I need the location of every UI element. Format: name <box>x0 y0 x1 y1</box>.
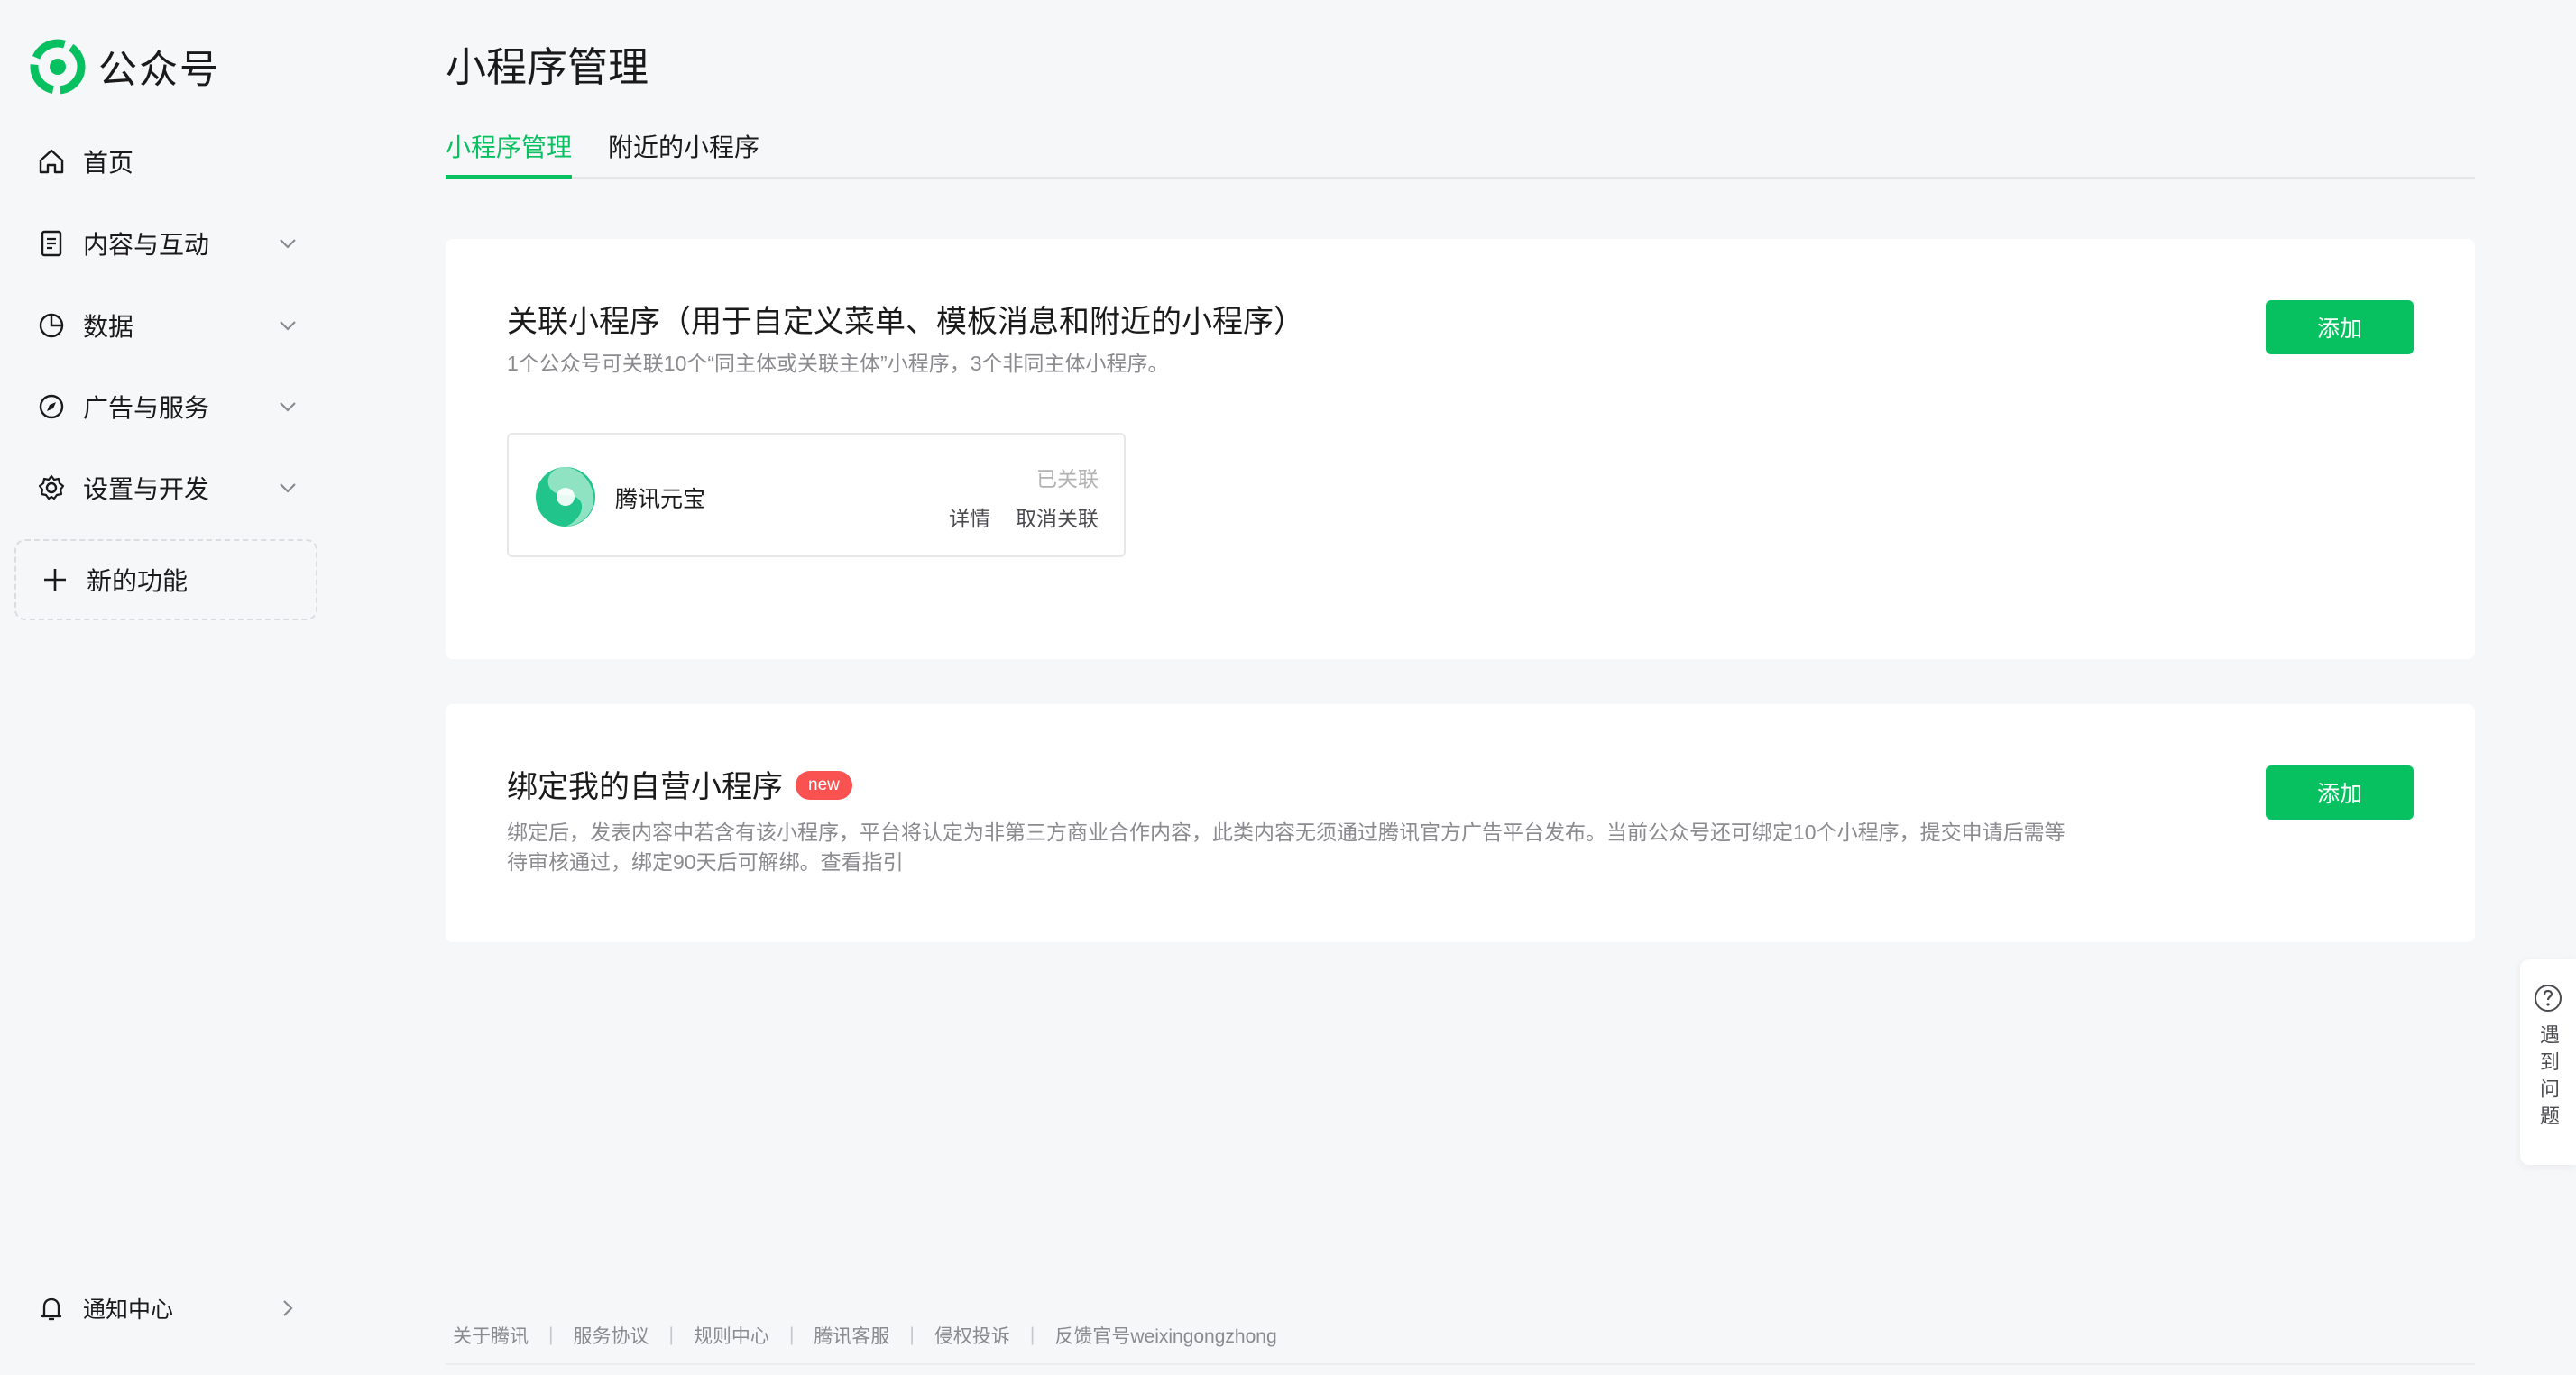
document-icon <box>36 228 67 259</box>
chevron-right-icon <box>276 1297 299 1320</box>
link-status: 已关联 <box>1036 467 1099 490</box>
bell-icon <box>36 1293 67 1324</box>
notification-center[interactable]: 通知中心 <box>36 1277 307 1340</box>
card-description: 1个公众号可关联10个“同主体或关联主体”小程序，3个非同主体小程序。 <box>507 352 1169 375</box>
sidebar: 公众号 首页 内容与互动 数据 广告与服务 设置与开发 新的功能 通知中心 <box>0 0 361 1375</box>
footer-separator: | <box>909 1325 915 1345</box>
linked-miniprogram-card: 关联小程序（用于自定义菜单、模板消息和附近的小程序） 1个公众号可关联10个“同… <box>446 239 2475 659</box>
card-description: 绑定后，发表内容中若含有该小程序，平台将认定为非第三方商业合作内容，此类内容无须… <box>507 818 2221 877</box>
sidebar-item-data[interactable]: 数据 <box>36 294 307 357</box>
footer-link-report[interactable]: 侵权投诉 <box>934 1322 1010 1349</box>
card-title: 关联小程序（用于自定义菜单、模板消息和附近的小程序） <box>507 305 1304 339</box>
yuanbao-logo-icon <box>534 465 597 528</box>
tab-nearby-miniprogram[interactable]: 附近的小程序 <box>608 128 759 175</box>
sidebar-item-ads[interactable]: 广告与服务 <box>36 375 307 438</box>
add-button[interactable]: 添加 <box>2266 765 2414 820</box>
new-badge: new <box>796 771 852 801</box>
linked-miniprogram-item: 腾讯元宝 已关联 详情 取消关联 <box>507 433 1126 557</box>
sidebar-item-label: 数据 <box>83 313 134 341</box>
home-icon <box>36 146 67 177</box>
brand-name: 公众号 <box>98 49 220 92</box>
gear-icon <box>36 472 67 503</box>
tab-miniprogram-manage[interactable]: 小程序管理 <box>446 128 573 179</box>
detail-link[interactable]: 详情 <box>949 501 990 532</box>
card-title-row: 绑定我的自营小程序 new <box>507 762 852 806</box>
card-title: 绑定我的自营小程序 <box>507 770 783 804</box>
footer: 关于腾讯 | 服务协议 | 规则中心 | 腾讯客服 | 侵权投诉 | 反馈官号w… <box>453 1322 1277 1349</box>
help-label: 遇到问题 <box>2537 1024 2560 1132</box>
footer-divider <box>446 1363 2475 1365</box>
notification-label: 通知中心 <box>83 1297 174 1323</box>
sidebar-item-home[interactable]: 首页 <box>36 130 307 193</box>
miniprogram-name: 腾讯元宝 <box>615 487 706 512</box>
sidebar-item-label: 设置与开发 <box>83 475 210 503</box>
chevron-down-icon <box>276 476 299 500</box>
footer-link-about[interactable]: 关于腾讯 <box>453 1322 529 1349</box>
page-title: 小程序管理 <box>446 44 649 90</box>
compass-icon <box>36 391 67 422</box>
wechat-official-logo-icon <box>30 39 86 95</box>
pie-chart-icon <box>36 310 67 341</box>
brand[interactable]: 公众号 <box>30 38 220 96</box>
footer-separator: | <box>548 1325 554 1345</box>
sidebar-item-content[interactable]: 内容与互动 <box>36 212 307 275</box>
sidebar-item-settings[interactable]: 设置与开发 <box>36 456 307 519</box>
question-circle-icon <box>2533 983 2563 1013</box>
footer-separator: | <box>668 1325 674 1345</box>
sidebar-item-label: 首页 <box>83 149 134 177</box>
footer-separator: | <box>1029 1325 1035 1345</box>
card-description-line: 绑定后，发表内容中若含有该小程序，平台将认定为非第三方商业合作内容，此类内容无须… <box>507 820 2065 844</box>
help-float-button[interactable]: 遇到问题 <box>2520 959 2576 1165</box>
unlink-link[interactable]: 取消关联 <box>1016 501 1099 532</box>
footer-link-rules[interactable]: 规则中心 <box>694 1322 769 1349</box>
tab-bar: 小程序管理 附近的小程序 <box>446 123 2475 179</box>
card-description-line: 待审核通过，绑定90天后可解绑。查看指引 <box>507 850 904 874</box>
chevron-down-icon <box>276 395 299 418</box>
new-feature-label: 新的功能 <box>87 567 189 595</box>
footer-link-agreement[interactable]: 服务协议 <box>573 1322 649 1349</box>
sidebar-item-label: 广告与服务 <box>83 394 210 422</box>
new-feature-button[interactable]: 新的功能 <box>14 539 317 620</box>
bind-miniprogram-card: 绑定我的自营小程序 new 绑定后，发表内容中若含有该小程序，平台将认定为非第三方… <box>446 704 2475 942</box>
footer-link-feedback[interactable]: 反馈官号weixingongzhong <box>1054 1322 1276 1349</box>
add-button[interactable]: 添加 <box>2266 300 2414 354</box>
miniprogram-actions: 详情 取消关联 <box>949 501 1099 532</box>
plus-icon <box>40 564 70 595</box>
footer-separator: | <box>788 1325 795 1345</box>
sidebar-item-label: 内容与互动 <box>83 231 210 259</box>
chevron-down-icon <box>276 314 299 337</box>
chevron-down-icon <box>276 232 299 255</box>
footer-link-support[interactable]: 腾讯客服 <box>814 1322 889 1349</box>
